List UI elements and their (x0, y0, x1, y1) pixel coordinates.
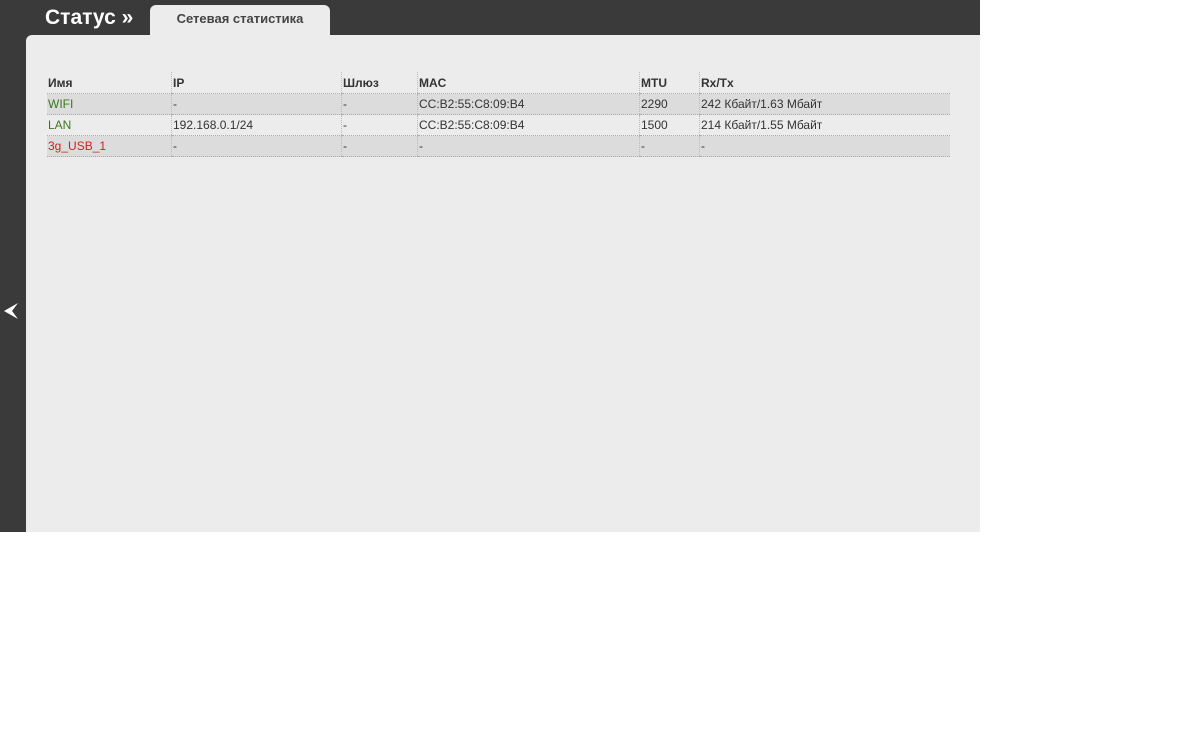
rxtx-cell: - (699, 135, 950, 157)
column-header-ip: IP (171, 72, 342, 94)
interface-name[interactable]: 3g_USB_1 (47, 135, 172, 157)
content-panel: Имя IP Шлюз MAC MTU Rx/Tx WIFI - - CC:B2:55… (26, 35, 980, 532)
app-frame: Статус » Сетевая статистика Имя IP Шлюз … (0, 0, 980, 532)
ip-cell: 192.168.0.1/24 (171, 114, 342, 136)
gateway-cell: - (341, 114, 418, 136)
column-header-rxtx: Rx/Tx (699, 72, 950, 94)
interface-name[interactable]: LAN (47, 114, 172, 136)
column-header-name: Имя (47, 72, 172, 94)
table-row[interactable]: WIFI - - CC:B2:55:C8:09:B4 2290 242 Кбайт/1.6… (47, 93, 950, 115)
rxtx-cell: 242 Кбайт/1.63 Мбайт (699, 93, 950, 115)
mtu-cell: - (639, 135, 700, 157)
mtu-cell: 1500 (639, 114, 700, 136)
rxtx-cell: 214 Кбайт/1.55 Мбайт (699, 114, 950, 136)
mtu-cell: 2290 (639, 93, 700, 115)
page-title[interactable]: Статус » (45, 6, 133, 30)
ip-cell: - (171, 135, 342, 157)
column-header-mtu: MTU (639, 72, 700, 94)
table-row[interactable]: LAN 192.168.0.1/24- CC:B2:55:C8:09:B4 1500 2… (47, 114, 950, 136)
column-header-gateway: Шлюз (341, 72, 418, 94)
mac-cell: CC:B2:55:C8:09:B4 (417, 93, 640, 115)
ip-cell: - (171, 93, 342, 115)
tab-network-statistics[interactable]: Сетевая статистика (150, 5, 330, 36)
table-row[interactable]: 3g_USB_1- - - - - (47, 135, 950, 157)
interface-name[interactable]: WIFI (47, 93, 172, 115)
network-stats-table: Имя IP Шлюз MAC MTU Rx/Tx WIFI - - CC:B2:55… (47, 72, 950, 157)
gateway-cell: - (341, 93, 418, 115)
column-header-mac: MAC (417, 72, 640, 94)
mac-cell: - (417, 135, 640, 157)
mac-cell: CC:B2:55:C8:09:B4 (417, 114, 640, 136)
collapse-arrow-icon[interactable] (3, 302, 19, 320)
gateway-cell: - (341, 135, 418, 157)
